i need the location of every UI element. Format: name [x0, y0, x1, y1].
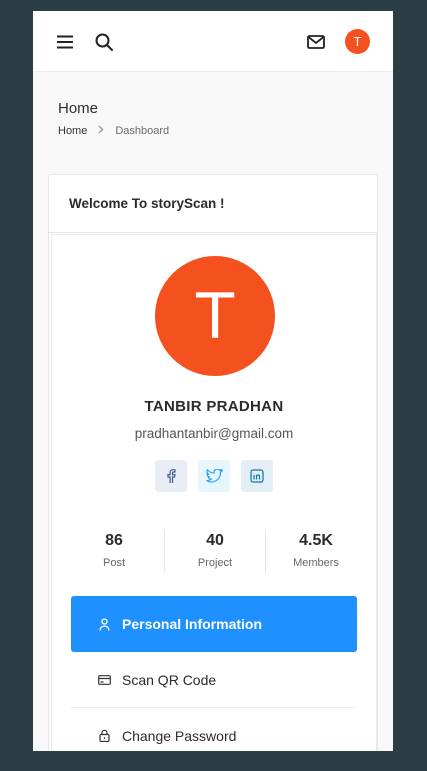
profile-panel: T TANBIR PRADHAN pradhantanbir@gmail.com…: [51, 234, 377, 751]
user-icon: [97, 617, 111, 631]
stat-label: Project: [197, 557, 233, 569]
menu-item-scan-qr-code[interactable]: Scan QR Code: [71, 652, 357, 708]
linkedin-icon[interactable]: [241, 460, 273, 492]
twitter-icon[interactable]: [198, 460, 230, 492]
menu-item-change-password[interactable]: Change Password: [71, 708, 357, 751]
chevron-right-icon: [98, 125, 104, 137]
stat-value: 86: [105, 532, 123, 549]
stat-label: Members: [293, 557, 339, 569]
stat-project: 40 Project: [164, 530, 265, 572]
breadcrumb-current: Dashboard: [115, 125, 170, 137]
breadcrumb-home-link[interactable]: Home: [58, 125, 87, 137]
mail-icon[interactable]: [306, 33, 326, 51]
stat-value: 4.5K: [299, 532, 333, 549]
search-icon[interactable]: [94, 32, 114, 52]
welcome-card: Welcome To storyScan ! T TANBIR PRADHAN …: [48, 174, 378, 751]
profile-avatar: T: [155, 256, 275, 376]
profile-stats: 86 Post 40 Project 4.5K Members: [64, 530, 366, 572]
avatar[interactable]: T: [345, 29, 370, 54]
lock-icon: [97, 729, 111, 743]
stat-label: Post: [102, 557, 125, 569]
stat-value: 40: [206, 532, 224, 549]
credit-card-icon: [97, 673, 111, 687]
breadcrumb: Home Dashboard: [58, 125, 169, 137]
page-title: Home: [58, 100, 99, 117]
social-links: [155, 460, 273, 492]
profile-name: TANBIR PRADHAN: [144, 398, 284, 415]
profile-menu: Personal Information Scan QR Code Change…: [71, 596, 357, 751]
facebook-icon[interactable]: [155, 460, 187, 492]
profile-email: pradhantanbir@gmail.com: [134, 426, 294, 441]
stat-post: 86 Post: [64, 530, 164, 572]
menu-item-label: Scan QR Code: [122, 671, 217, 688]
stat-members: 4.5K Members: [265, 530, 366, 572]
menu-item-label: Personal Information: [122, 616, 263, 632]
hamburger-menu-icon[interactable]: [57, 33, 73, 51]
card-title: Welcome To storyScan !: [49, 175, 377, 233]
top-bar: T: [33, 11, 393, 72]
app-screen: T Home Home Dashboard Welcome To storySc…: [33, 11, 393, 751]
menu-item-label: Change Password: [122, 727, 237, 744]
menu-item-personal-information[interactable]: Personal Information: [71, 596, 357, 652]
